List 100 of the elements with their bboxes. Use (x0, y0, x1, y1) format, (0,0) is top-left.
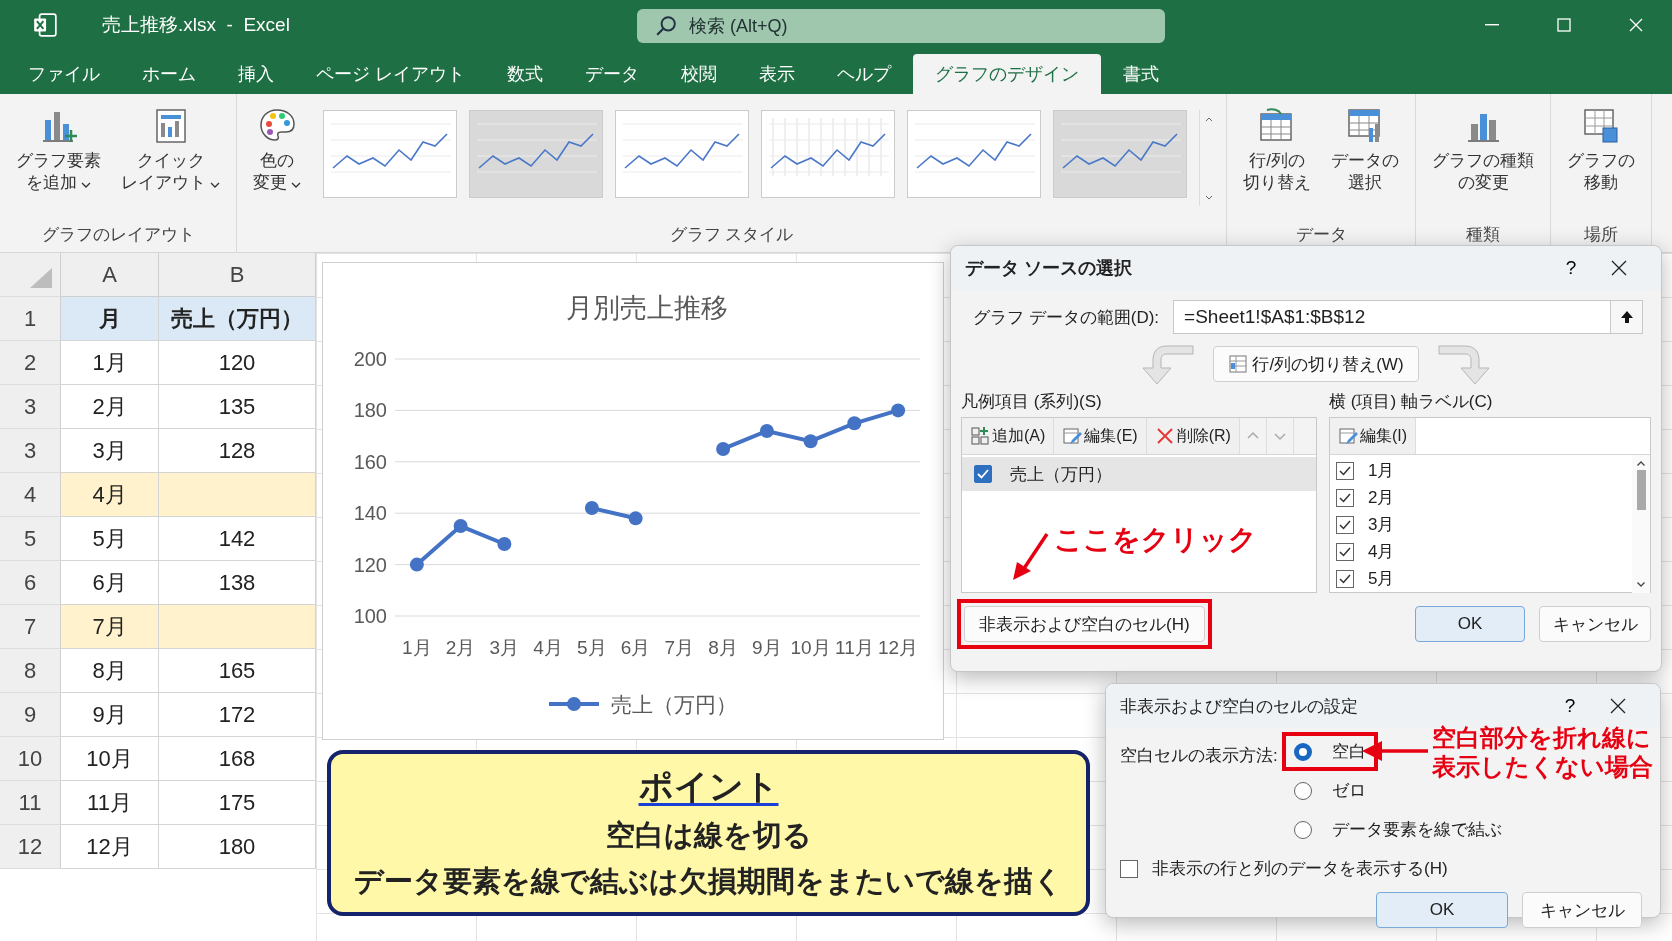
section-label: 横 (項目) 軸ラベル(C) (1329, 391, 1494, 413)
ribbon-tab[interactable]: グラフのデザイン (913, 54, 1101, 94)
data-point (409, 557, 424, 572)
help-button[interactable]: ? (1551, 256, 1591, 280)
axis-item-label: 2月 (1368, 487, 1395, 509)
checkbox[interactable] (1120, 859, 1138, 878)
radio-button[interactable] (1293, 781, 1312, 800)
column-header[interactable]: A (61, 253, 159, 297)
row-header[interactable]: 9 (0, 693, 61, 737)
checkbox[interactable] (974, 465, 992, 483)
callout-text: データ要素を線で結ぶは欠損期間をまたいで線を描く (354, 864, 1063, 899)
row-header[interactable]: 4 (0, 473, 61, 517)
ribbon-tab[interactable]: ファイル (8, 54, 120, 94)
collapse-button[interactable] (1610, 301, 1642, 333)
table-cell: 9月 (61, 693, 159, 737)
ribbon-tab[interactable]: 数式 (487, 54, 563, 94)
row-header[interactable]: 3 (0, 385, 61, 429)
row-header[interactable]: 1 (0, 297, 61, 341)
data-point (847, 416, 862, 431)
table-cell: 5月 (61, 517, 159, 561)
series-item[interactable]: 売上（万円） (962, 457, 1316, 491)
table-cell: 175 (159, 781, 316, 825)
checkbox[interactable] (1336, 461, 1354, 480)
table-cell: 11月 (61, 781, 159, 825)
group-label: 場所 (1584, 224, 1618, 246)
chart-style-thumbnail[interactable] (323, 110, 457, 198)
ribbon-tab[interactable]: 書式 (1103, 54, 1179, 94)
axis-item-label: 1月 (1368, 460, 1395, 482)
table-cell: 128 (159, 429, 316, 473)
chart-style-thumbnail[interactable] (615, 110, 749, 198)
checkbox[interactable] (1336, 488, 1354, 507)
ribbon-tab[interactable]: ページ レイアウト (296, 54, 485, 94)
scrollbar[interactable] (1632, 455, 1650, 593)
row-header[interactable]: 10 (0, 737, 61, 781)
chart-style-thumbnail[interactable] (907, 110, 1041, 198)
ribbon-button[interactable]: グラフ要素 を追加 (8, 102, 109, 199)
row-header[interactable]: 3 (0, 429, 61, 473)
row-header[interactable]: 6 (0, 561, 61, 605)
switch-row-column-button[interactable]: 行/列の切り替え(W) (1213, 346, 1419, 382)
chart-style-thumbnail[interactable] (469, 110, 603, 198)
close-icon (1611, 260, 1627, 276)
ribbon-button[interactable]: 行/列の 切り替え (1235, 102, 1319, 199)
ribbon-tab[interactable]: 挿入 (218, 54, 294, 94)
radio-button[interactable] (1293, 820, 1312, 839)
cancel-button[interactable]: キャンセル (1522, 892, 1642, 928)
checkbox[interactable] (1336, 569, 1354, 588)
scroll-up-icon[interactable] (1637, 461, 1645, 466)
axis-label: 160 (353, 450, 387, 473)
row-header[interactable]: 7 (0, 605, 61, 649)
axis-item-label: 4月 (1368, 541, 1395, 563)
row-header[interactable]: 12 (0, 825, 61, 869)
table-cell: 6月 (61, 561, 159, 605)
chart-style-thumbnail[interactable] (761, 110, 895, 198)
pointer-arrow (1011, 532, 1051, 582)
checkbox[interactable] (1336, 515, 1354, 534)
ribbon-button[interactable]: クイック レイアウト (113, 102, 228, 199)
ribbon-tab[interactable]: 表示 (739, 54, 815, 94)
row-header[interactable]: 11 (0, 781, 61, 825)
minimize-icon (1485, 24, 1499, 26)
ribbon-tab[interactable]: ホーム (122, 54, 216, 94)
range-field[interactable]: =Sheet1!$A$1:$B$12 (1173, 300, 1643, 334)
legend-marker (549, 697, 599, 711)
row-header[interactable]: 8 (0, 649, 61, 693)
column-header[interactable]: B (159, 253, 316, 297)
chart-title: 月別売上推移 (566, 293, 728, 323)
callout-title: ポイント (638, 766, 779, 807)
table-cell: 7月 (61, 605, 159, 649)
close-icon (1610, 698, 1626, 714)
ribbon-button[interactable]: グラフの 移動 (1559, 102, 1643, 199)
cancel-button[interactable]: キャンセル (1539, 606, 1651, 642)
checkbox[interactable] (1336, 542, 1354, 561)
data-point (716, 441, 731, 456)
table-cell: 3月 (61, 429, 159, 473)
hidden-cells-button[interactable]: 非表示および空白のセル(H) (964, 606, 1205, 642)
scroll-down-icon[interactable] (1637, 582, 1645, 587)
ribbon-tab[interactable]: 校閲 (661, 54, 737, 94)
row-header[interactable]: 5 (0, 517, 61, 561)
legend-label: 売上（万円） (611, 693, 737, 716)
axis-label: 10月 (790, 637, 831, 658)
toolbar-button[interactable]: 編集(I) (1330, 418, 1417, 454)
row-header[interactable]: 2 (0, 341, 61, 385)
search-field[interactable]: 検索 (Alt+Q) (637, 9, 1165, 43)
ribbon-button[interactable]: 色の 変更 (245, 102, 309, 199)
annotation-text: 表示したくない場合 (1432, 752, 1653, 782)
ribbon-tab[interactable]: データ (565, 54, 659, 94)
table-cell: 売上（万円） (159, 297, 316, 341)
help-button[interactable]: ? (1550, 694, 1590, 718)
ribbon-tab[interactable]: ヘルプ (817, 54, 911, 94)
data-point (759, 423, 774, 438)
checkbox-label: 非表示の行と列のデータを表示する(H) (1152, 858, 1448, 880)
ribbon-button[interactable]: グラフの種類 の変更 (1424, 102, 1542, 199)
ok-button[interactable]: OK (1415, 606, 1525, 642)
ribbon-button[interactable]: データの 選択 (1323, 102, 1407, 199)
table-cell: 月 (61, 297, 159, 341)
chart-style-thumbnail[interactable] (1053, 110, 1187, 198)
chart-area[interactable]: 月別売上推移 100 120 140 160 180 200 1月 2月 3月 4月 5月 6月 7月 8月 9月 10月 11月 12月 売上（万円） (322, 262, 944, 740)
scroll-thumb[interactable] (1636, 470, 1646, 510)
radio-button[interactable] (1293, 742, 1312, 761)
ok-button[interactable]: OK (1376, 892, 1508, 928)
annotation-text: ここをクリック (1054, 523, 1257, 557)
